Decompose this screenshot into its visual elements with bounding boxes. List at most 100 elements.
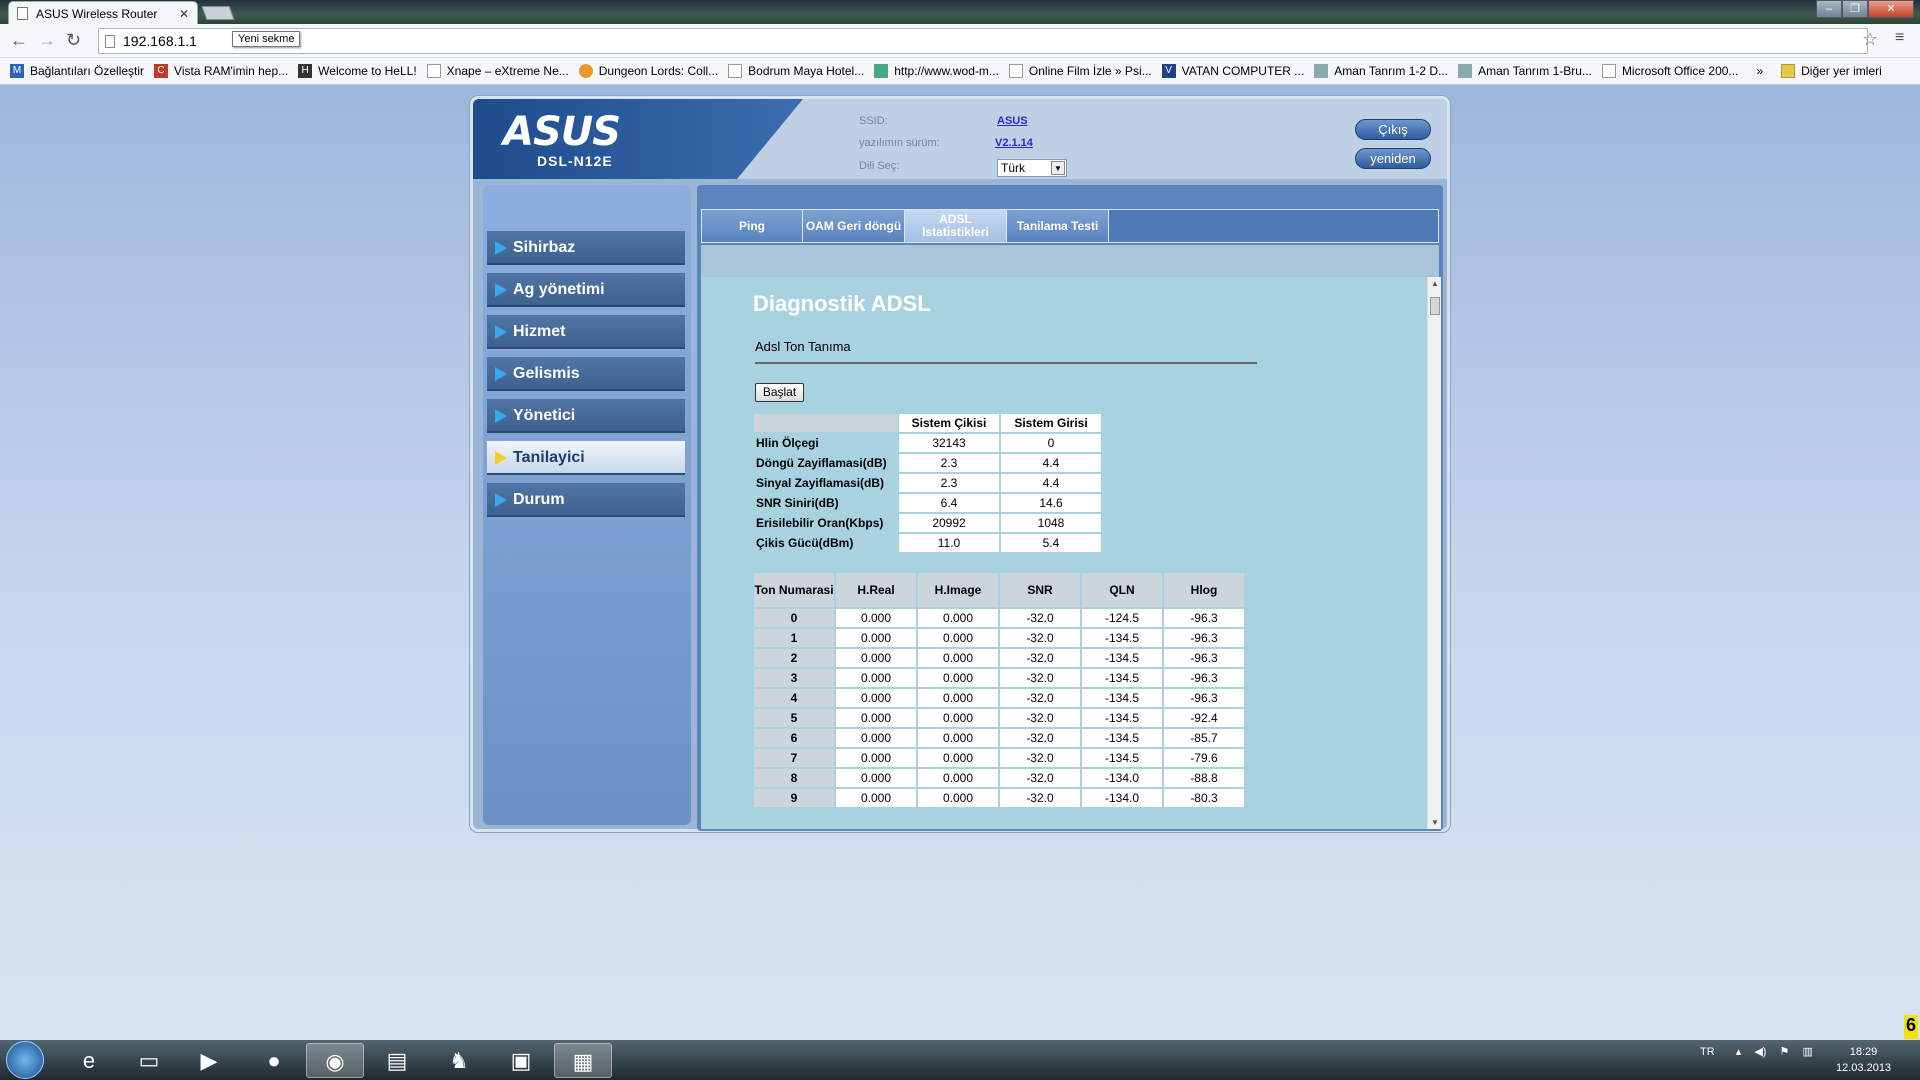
chrome-icon[interactable]: ◉ [306,1043,364,1078]
table-cell: 0.000 [918,629,998,647]
forward-icon[interactable]: → [38,30,56,51]
firmware-label: yazılımın sürüm: [859,137,940,149]
scroll-thumb[interactable] [1430,297,1440,315]
firefox-icon[interactable]: ● [245,1043,303,1078]
bookmark-item[interactable]: Xnape – eXtreme Ne... [426,64,569,78]
table-cell: -134.5 [1082,729,1162,747]
table-header-row: Ton Numarasi H.Real H.Image SNR QLN Hlog [754,573,1244,607]
table-cell: -32.0 [1000,649,1080,667]
table-cell: -134.0 [1082,789,1162,807]
table-cell: 0.000 [918,609,998,627]
table-row: 3 0.000 0.000 -32.0 -134.5 -96.3 [754,669,1244,687]
page-subtitle: Adsl Ton Tanıma [755,339,851,354]
bookmark-item[interactable]: http://www.wod-m... [874,64,999,78]
ssid-link[interactable]: ASUS [997,115,1028,127]
new-tab-tooltip: Yeni sekme [232,31,301,47]
sidebar-item-gelismis[interactable]: Gelismis [487,357,685,391]
scroll-down-icon[interactable]: ▼ [1431,818,1439,827]
reload-icon[interactable]: ↻ [66,30,81,51]
app-icon[interactable]: ▦ [554,1043,612,1078]
table-cell: 6 [754,729,834,747]
start-menu-button[interactable] [6,1041,44,1079]
table-cell: -134.5 [1082,689,1162,707]
tab-ping[interactable]: Ping [702,210,803,242]
zynga-icon[interactable]: ♞ [430,1043,488,1078]
bookmark-item[interactable]: Microsoft Office 200... [1601,64,1738,78]
sidebar-item-durum[interactable]: Durum [487,483,685,517]
chevron-down-icon: ▼ [1051,161,1065,175]
bookmark-item[interactable]: Aman Tanrım 1-2 D... [1314,64,1448,78]
sidebar-item-yonetici[interactable]: Yönetici [487,399,685,433]
table-cell: -32.0 [1000,689,1080,707]
column-header: SNR [1000,573,1080,607]
sidebar-item-sihirbaz[interactable]: Sihirbaz [487,231,685,265]
asus-logo: ASUS [503,109,621,155]
table-cell: 0.000 [836,609,916,627]
table-cell: -134.5 [1082,629,1162,647]
menu-icon[interactable]: ≡ [1895,29,1904,47]
bookmark-item[interactable]: H Welcome to HeLL! [298,64,417,78]
bookmark-item[interactable]: C Vista RAM'imin hep... [154,64,288,78]
minimize-icon[interactable]: – [1816,0,1842,18]
tab-diagnostic-test[interactable]: Tanilama Testi [1007,210,1109,242]
window-controls: – ❐ ✕ [1816,0,1914,18]
bookmark-item[interactable]: Bodrum Maya Hotel... [728,64,864,78]
table-cell: -32.0 [1000,629,1080,647]
maximize-icon[interactable]: ❐ [1842,0,1868,18]
browser-tab[interactable]: ASUS Wireless Router ✕ [8,1,198,25]
volume-icon[interactable]: ◀) [1754,1046,1766,1058]
tab-oam-loopback[interactable]: OAM Geri döngü [803,210,905,242]
table-row: 7 0.000 0.000 -32.0 -134.5 -79.6 [754,749,1244,767]
back-icon[interactable]: ← [10,30,28,51]
sidebar-item-hizmet[interactable]: Hizmet [487,315,685,349]
tab-adsl-stats[interactable]: ADSL Istatistikleri [905,210,1007,242]
other-bookmarks[interactable]: Diğer yer imleri [1781,64,1882,78]
address-bar[interactable]: 192.168.1.1 [98,28,1868,54]
table-cell: -32.0 [1000,669,1080,687]
app-icon[interactable]: ▤ [368,1043,426,1078]
scroll-up-icon[interactable]: ▲ [1431,279,1439,288]
column-header: Sistem Çikisi [899,414,999,432]
router-header: ASUS DSL-N12E SSID: ASUS yazılımın sürüm… [473,99,1447,179]
table-cell: 0.000 [918,669,998,687]
tab-title: ASUS Wireless Router [36,6,158,21]
flag-icon[interactable]: ⚑ [1780,1046,1790,1058]
table-row: 2 0.000 0.000 -32.0 -134.5 -96.3 [754,649,1244,667]
firmware-link[interactable]: V2.1.14 [995,137,1033,149]
tray-arrow-icon[interactable]: ▴ [1736,1046,1742,1058]
start-button[interactable]: Başlat [755,383,804,402]
system-tray: TR ▴ ◀) ⚑ ▥ [1700,1045,1813,1058]
bookmarks-overflow[interactable]: » [1756,64,1763,78]
bookmark-item[interactable]: Online Film İzle » Psi... [1008,64,1152,78]
language-select[interactable]: Türk ▼ [997,159,1067,177]
sidebar-item-ag-yonetimi[interactable]: Ag yönetimi [487,273,685,307]
explorer-icon[interactable]: ▭ [120,1043,178,1078]
table-row: 8 0.000 0.000 -32.0 -134.0 -88.8 [754,769,1244,787]
app-icon[interactable]: ▣ [492,1043,550,1078]
scrollbar[interactable]: ▲ ▼ [1427,277,1441,829]
table-cell: 0.000 [836,689,916,707]
bookmark-item[interactable]: M Bağlantıları Özelleştir [10,64,144,78]
table-cell: 0.000 [836,709,916,727]
sidebar-item-tanilayici[interactable]: Tanilayici [487,441,685,475]
language-indicator[interactable]: TR [1700,1046,1715,1058]
arrow-icon [495,493,507,507]
restart-button[interactable]: yeniden [1355,148,1431,169]
clock[interactable]: 18:29 12.03.2013 [1836,1044,1891,1076]
bookmark-item[interactable]: Dungeon Lords: Coll... [578,64,718,78]
table-cell: -96.3 [1164,629,1244,647]
arrow-icon [495,367,507,381]
table-row: SNR Siniri(dB) 6.4 14.6 [754,494,1101,512]
close-window-icon[interactable]: ✕ [1868,0,1914,18]
bookmark-item[interactable]: V VATAN COMPUTER ... [1161,64,1304,78]
bookmark-item[interactable]: Aman Tanrım 1-Bru... [1458,64,1592,78]
bookmark-star-icon[interactable]: ☆ [1862,29,1878,50]
folder-icon [1781,64,1796,78]
new-tab-button[interactable] [201,6,235,20]
network-icon[interactable]: ▥ [1802,1046,1812,1058]
table-row: Döngü Zayiflamasi(dB) 2.3 4.4 [754,454,1101,472]
media-player-icon[interactable]: ▶ [180,1043,238,1078]
logout-button[interactable]: Çıkış [1355,119,1431,140]
close-tab-icon[interactable]: ✕ [179,7,189,21]
ie-icon[interactable]: e [60,1043,118,1078]
